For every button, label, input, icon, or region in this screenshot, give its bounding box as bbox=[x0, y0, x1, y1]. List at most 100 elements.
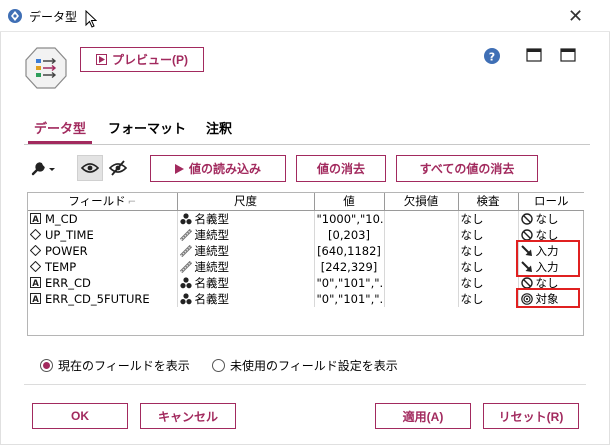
col-header-missing[interactable]: 欠損値 bbox=[384, 193, 459, 211]
cell-measure[interactable]: 名義型 bbox=[177, 290, 315, 307]
clear-all-values-label: すべての値の消去 bbox=[419, 162, 515, 176]
string-field-icon: A bbox=[30, 277, 41, 288]
read-values-button[interactable]: 値の読み込み bbox=[150, 155, 286, 182]
col-header-measure[interactable]: 尺度 bbox=[177, 193, 315, 211]
help-icon[interactable]: ? bbox=[484, 48, 500, 64]
nominal-icon bbox=[179, 292, 192, 304]
cancel-button[interactable]: キャンセル bbox=[140, 403, 236, 429]
cell-check[interactable]: なし bbox=[458, 258, 519, 275]
col-header-values[interactable]: 値 bbox=[314, 193, 385, 211]
apply-button[interactable]: 適用(A) bbox=[375, 403, 471, 429]
col-header-check[interactable]: 検査 bbox=[458, 193, 519, 211]
cell-missing[interactable] bbox=[384, 242, 459, 259]
clear-values-label: 値の消去 bbox=[316, 162, 365, 176]
clear-all-values-button[interactable]: すべての値の消去 bbox=[396, 155, 538, 182]
cell-values[interactable]: [242,329] bbox=[314, 258, 385, 275]
none-role-icon bbox=[520, 212, 533, 225]
cell-check[interactable]: なし bbox=[458, 226, 519, 243]
app-icon bbox=[8, 9, 22, 23]
field-name: ERR_CD_5FUTURE bbox=[45, 291, 150, 306]
cell-measure[interactable]: 名義型 bbox=[177, 274, 315, 291]
title-bar: データ型 ✕ bbox=[0, 0, 610, 32]
cell-role[interactable]: なし bbox=[518, 210, 584, 227]
cell-measure[interactable]: 連続型 bbox=[177, 242, 315, 259]
cell-values[interactable]: "1000","10... bbox=[314, 210, 385, 227]
tab-format[interactable]: フォーマット bbox=[108, 118, 186, 137]
nominal-icon bbox=[179, 276, 192, 288]
cell-field[interactable]: A M_CD bbox=[28, 210, 178, 227]
cell-measure[interactable]: 連続型 bbox=[177, 226, 315, 243]
show-current-radio[interactable] bbox=[40, 359, 53, 372]
tab-data-type[interactable]: データ型 bbox=[34, 118, 86, 137]
reset-button[interactable]: リセット(R) bbox=[483, 403, 579, 429]
show-unused-radio[interactable] bbox=[212, 359, 225, 372]
cell-missing[interactable] bbox=[384, 290, 459, 307]
cell-values[interactable]: "0","101","... bbox=[314, 274, 385, 291]
numeric-field-icon bbox=[30, 245, 41, 256]
field-grid[interactable]: フィールド ⌐ 尺度 値 欠損値 検査 ロール A M_CD 名義型 "1000","1… bbox=[27, 192, 584, 336]
mouse-cursor-icon bbox=[85, 10, 97, 28]
measure-label: 名義型 bbox=[194, 291, 230, 306]
table-row[interactable]: UP_TIME 連続型 [0,203] なし なし bbox=[28, 226, 584, 243]
cell-check[interactable]: なし bbox=[458, 210, 519, 227]
col-header-field[interactable]: フィールド ⌐ bbox=[28, 193, 178, 211]
preview-button[interactable]: プレビュー(P) bbox=[80, 47, 204, 72]
show-unused-option[interactable]: 未使用のフィールド設定を表示 bbox=[212, 357, 398, 374]
grid-header-row: フィールド ⌐ 尺度 値 欠損値 検査 ロール bbox=[28, 193, 584, 211]
nominal-icon bbox=[179, 212, 192, 224]
table-row[interactable]: A ERR_CD 名義型 "0","101","... なし なし bbox=[28, 274, 584, 291]
ok-button[interactable]: OK bbox=[32, 403, 128, 429]
cell-values[interactable]: "0","101","... bbox=[314, 290, 385, 307]
tab-annotation[interactable]: 注釈 bbox=[206, 118, 232, 137]
table-row[interactable]: A ERR_CD_5FUTURE 名義型 "0","101","... なし 対象 bbox=[28, 290, 584, 307]
cell-field[interactable]: POWER bbox=[28, 242, 178, 259]
eye-icon bbox=[81, 163, 99, 173]
cell-measure[interactable]: 名義型 bbox=[177, 210, 315, 227]
cell-missing[interactable] bbox=[384, 258, 459, 275]
cell-measure[interactable]: 連続型 bbox=[177, 258, 315, 275]
show-current-label: 現在のフィールドを表示 bbox=[58, 359, 190, 373]
cell-check[interactable]: なし bbox=[458, 274, 519, 291]
cell-field[interactable]: A ERR_CD_5FUTURE bbox=[28, 290, 178, 307]
measure-label: 連続型 bbox=[194, 243, 230, 258]
window-title: データ型 bbox=[29, 10, 78, 24]
cell-missing[interactable] bbox=[384, 226, 459, 243]
continuous-icon bbox=[179, 260, 192, 273]
wrench-dropdown-icon[interactable] bbox=[30, 159, 58, 177]
show-unused-label: 未使用のフィールド設定を表示 bbox=[230, 359, 398, 373]
continuous-icon bbox=[179, 228, 192, 241]
measure-label: 連続型 bbox=[194, 227, 230, 242]
none-role-icon bbox=[520, 276, 533, 289]
numeric-field-icon bbox=[30, 229, 41, 240]
role-label: なし bbox=[535, 211, 559, 226]
measure-label: 連続型 bbox=[194, 259, 230, 274]
cell-field[interactable]: TEMP bbox=[28, 258, 178, 275]
role-highlight-input bbox=[516, 240, 580, 277]
field-name: ERR_CD bbox=[45, 275, 91, 290]
col-header-role[interactable]: ロール bbox=[518, 193, 584, 211]
cell-values[interactable]: [640,1182] bbox=[314, 242, 385, 259]
cell-check[interactable]: なし bbox=[458, 242, 519, 259]
maximize-icon[interactable] bbox=[526, 48, 542, 62]
read-values-label: 値の読み込み bbox=[188, 162, 261, 176]
clear-values-button[interactable]: 値の消去 bbox=[296, 155, 386, 182]
svg-text:A: A bbox=[32, 215, 39, 224]
cell-missing[interactable] bbox=[384, 274, 459, 291]
svg-text:A: A bbox=[32, 295, 39, 304]
window-icon[interactable] bbox=[560, 48, 576, 62]
cell-field[interactable]: UP_TIME bbox=[28, 226, 178, 243]
show-current-option[interactable]: 現在のフィールドを表示 bbox=[40, 357, 190, 374]
preview-icon bbox=[96, 54, 107, 65]
table-row[interactable]: A M_CD 名義型 "1000","10... なし なし bbox=[28, 210, 584, 227]
close-icon[interactable]: ✕ bbox=[568, 6, 583, 27]
tab-divider bbox=[24, 144, 590, 145]
role-highlight-target bbox=[516, 288, 580, 308]
table-row[interactable]: TEMP 連続型 [242,329] なし 入力 bbox=[28, 258, 584, 275]
eye-off-icon[interactable] bbox=[108, 160, 128, 176]
cell-field[interactable]: A ERR_CD bbox=[28, 274, 178, 291]
cell-check[interactable]: なし bbox=[458, 290, 519, 307]
cell-values[interactable]: [0,203] bbox=[314, 226, 385, 243]
table-row[interactable]: POWER 連続型 [640,1182] なし 入力 bbox=[28, 242, 584, 259]
cell-missing[interactable] bbox=[384, 210, 459, 227]
preview-button-label: プレビュー(P) bbox=[112, 53, 188, 67]
